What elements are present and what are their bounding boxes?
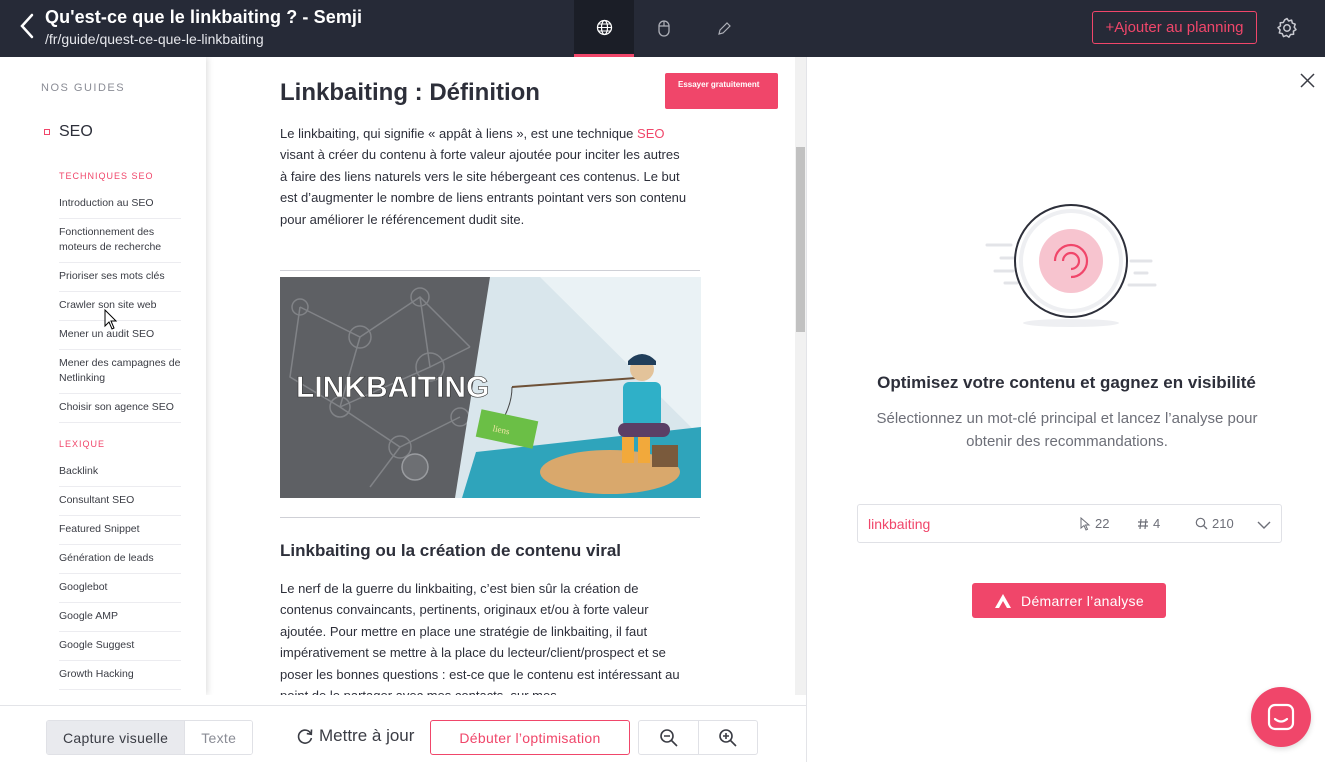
zoom-in-button[interactable]	[698, 721, 757, 754]
page-title: Qu'est-ce que le linkbaiting ? - Semji	[45, 7, 363, 27]
position-value: 4	[1153, 516, 1161, 531]
page-preview: NOS GUIDES SEO TECHNIQUES SEO Introducti…	[16, 57, 805, 695]
sidebar-list-techniques: Introduction au SEO Fonctionnement des m…	[59, 190, 181, 423]
bottom-toolbar: Capture visuelle Texte Mettre à jour Déb…	[0, 705, 806, 762]
hash-icon	[1138, 518, 1148, 529]
search-icon	[1195, 517, 1208, 530]
volume-stat: 210	[1195, 516, 1234, 531]
clicks-stat: 22	[1079, 516, 1109, 531]
sidebar-item[interactable]: Introduction au SEO	[59, 190, 181, 219]
sidebar-item[interactable]: Fonctionnement des moteurs de recherche	[59, 219, 181, 263]
sidebar-list-lexique: Backlink Consultant SEO Featured Snippet…	[59, 458, 181, 690]
mouse-cursor-icon	[104, 309, 118, 330]
page-url: /fr/guide/quest-ce-que-le-linkbaiting	[45, 31, 264, 47]
position-stat: 4	[1137, 516, 1160, 531]
sidebar-item[interactable]: Google Suggest	[59, 632, 181, 661]
section-heading: Linkbaiting ou la création de contenu vi…	[280, 541, 621, 560]
chat-icon	[1267, 703, 1295, 731]
sidebar-item[interactable]: Featured Snippet	[59, 516, 181, 545]
article-paragraph: Le nerf de la guerre du linkbaiting, c’e…	[280, 581, 680, 695]
chevron-down-icon	[1257, 521, 1271, 529]
keyword-value: linkbaiting	[868, 516, 931, 532]
chat-button[interactable]	[1251, 687, 1311, 747]
sidebar-item[interactable]: Crawler son site web	[59, 292, 181, 321]
tab-web[interactable]	[574, 0, 634, 57]
clicks-value: 22	[1095, 516, 1110, 531]
article-banner-image: LINKBAITING liens	[280, 277, 701, 498]
analysis-panel: Optimisez votre contenu et gagnez en vis…	[806, 57, 1325, 762]
sidebar-item[interactable]: Googlebot	[59, 574, 181, 603]
sidebar-item[interactable]: Mener un audit SEO	[59, 321, 181, 350]
visual-capture-tab[interactable]: Capture visuelle	[47, 721, 185, 754]
panel-subtitle: Sélectionnez un mot-clé principal et lan…	[876, 410, 1258, 450]
tab-edit[interactable]	[694, 0, 754, 57]
refresh-label: Mettre à jour	[319, 726, 415, 745]
bullet-icon	[44, 129, 50, 135]
volume-value: 210	[1212, 516, 1234, 531]
gear-icon[interactable]	[1275, 16, 1299, 40]
sidebar-title: NOS GUIDES	[41, 82, 126, 94]
close-icon[interactable]	[1300, 73, 1315, 88]
back-arrow-icon[interactable]	[18, 12, 38, 40]
intro-text-end: visant à créer du contenu à forte valeur…	[280, 147, 687, 227]
add-to-planning-button[interactable]: +Ajouter au planning	[1092, 11, 1257, 44]
zoom-in-icon	[719, 728, 737, 747]
keyword-select[interactable]: linkbaiting 22 4 210	[857, 504, 1282, 543]
article-heading: Linkbaiting : Définition	[280, 79, 540, 106]
tab-mobile[interactable]	[634, 0, 694, 57]
sidebar-item[interactable]: Consultant SEO	[59, 487, 181, 516]
sidebar-section-techniques: TECHNIQUES SEO	[59, 171, 154, 181]
sidebar-item[interactable]: Mener des campagnes de Netlinking	[59, 350, 181, 394]
top-bar: Qu'est-ce que le linkbaiting ? - Semji /…	[0, 0, 1325, 57]
banner-title: LINKBAITING	[296, 371, 489, 404]
target-illustration	[985, 204, 1157, 327]
seo-link[interactable]: SEO	[637, 126, 664, 141]
view-mode-toggle: Capture visuelle Texte	[46, 720, 254, 755]
semji-logo-icon	[995, 593, 1012, 608]
divider	[280, 270, 700, 271]
refresh-button[interactable]: Mettre à jour	[295, 726, 414, 746]
guides-sidebar: NOS GUIDES SEO TECHNIQUES SEO Introducti…	[16, 57, 206, 695]
mouse-icon	[658, 20, 670, 37]
sidebar-section-lexique: LEXIQUE	[59, 439, 106, 449]
try-free-button[interactable]: Essayer gratuitement	[665, 73, 778, 109]
view-tabs	[574, 0, 754, 57]
sidebar-item[interactable]: Choisir son agence SEO	[59, 394, 181, 423]
sidebar-item[interactable]: Génération de leads	[59, 545, 181, 574]
zoom-out-button[interactable]	[639, 721, 698, 754]
sidebar-item[interactable]: Backlink	[59, 458, 181, 487]
zoom-out-icon	[659, 728, 678, 747]
panel-heading: Optimisez votre contenu et gagnez en vis…	[877, 373, 1256, 392]
sidebar-item[interactable]: Google AMP	[59, 603, 181, 632]
pencil-icon	[718, 21, 731, 35]
sidebar-root-label: SEO	[59, 123, 93, 140]
sidebar-item[interactable]: Growth Hacking	[59, 661, 181, 690]
intro-text-start: Le linkbaiting, qui signifie « appât à l…	[280, 126, 638, 141]
start-analysis-label: Démarrer l’analyse	[1021, 592, 1144, 609]
text-tab[interactable]: Texte	[184, 721, 253, 754]
zoom-controls	[638, 720, 758, 755]
divider	[280, 517, 700, 518]
refresh-icon	[297, 729, 313, 744]
start-analysis-button[interactable]: Démarrer l’analyse	[972, 583, 1166, 618]
sidebar-root-seo[interactable]: SEO	[44, 123, 93, 141]
start-optimization-button[interactable]: Débuter l’optimisation	[430, 720, 630, 755]
cursor-icon	[1080, 516, 1091, 531]
sidebar-item[interactable]: Prioriser ses mots clés	[59, 263, 181, 292]
globe-icon	[596, 19, 612, 35]
article-intro: Le linkbaiting, qui signifie « appât à l…	[280, 123, 690, 230]
preview-scrollbar-thumb[interactable]	[796, 147, 805, 332]
